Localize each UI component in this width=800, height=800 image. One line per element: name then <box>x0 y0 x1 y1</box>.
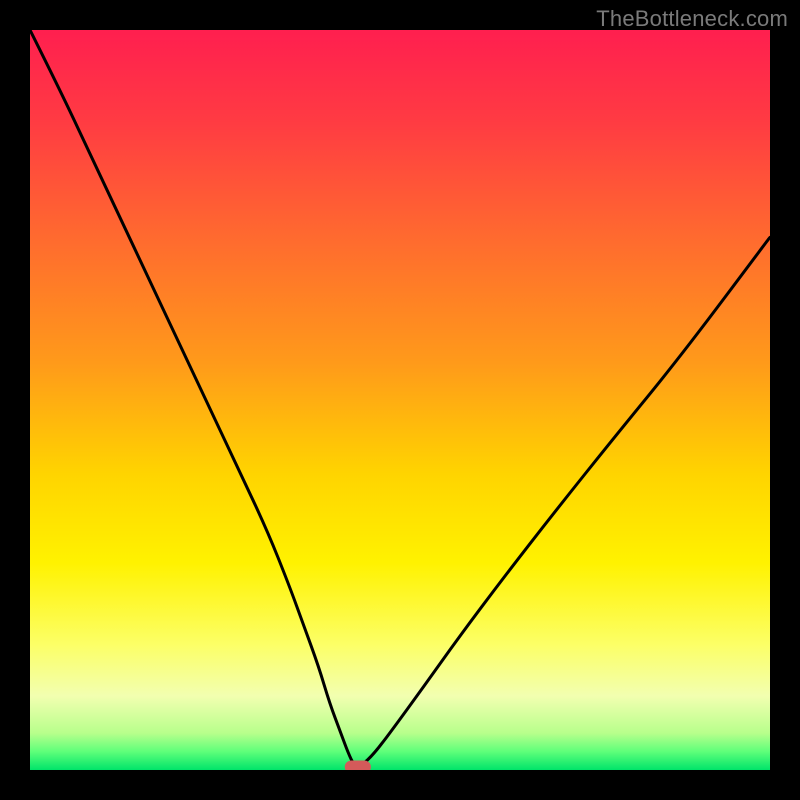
watermark-text: TheBottleneck.com <box>596 6 788 32</box>
gradient-background <box>30 30 770 770</box>
chart-frame: TheBottleneck.com <box>0 0 800 800</box>
plot-svg <box>30 30 770 770</box>
bottleneck-plot <box>30 30 770 770</box>
optimum-marker <box>345 761 370 770</box>
